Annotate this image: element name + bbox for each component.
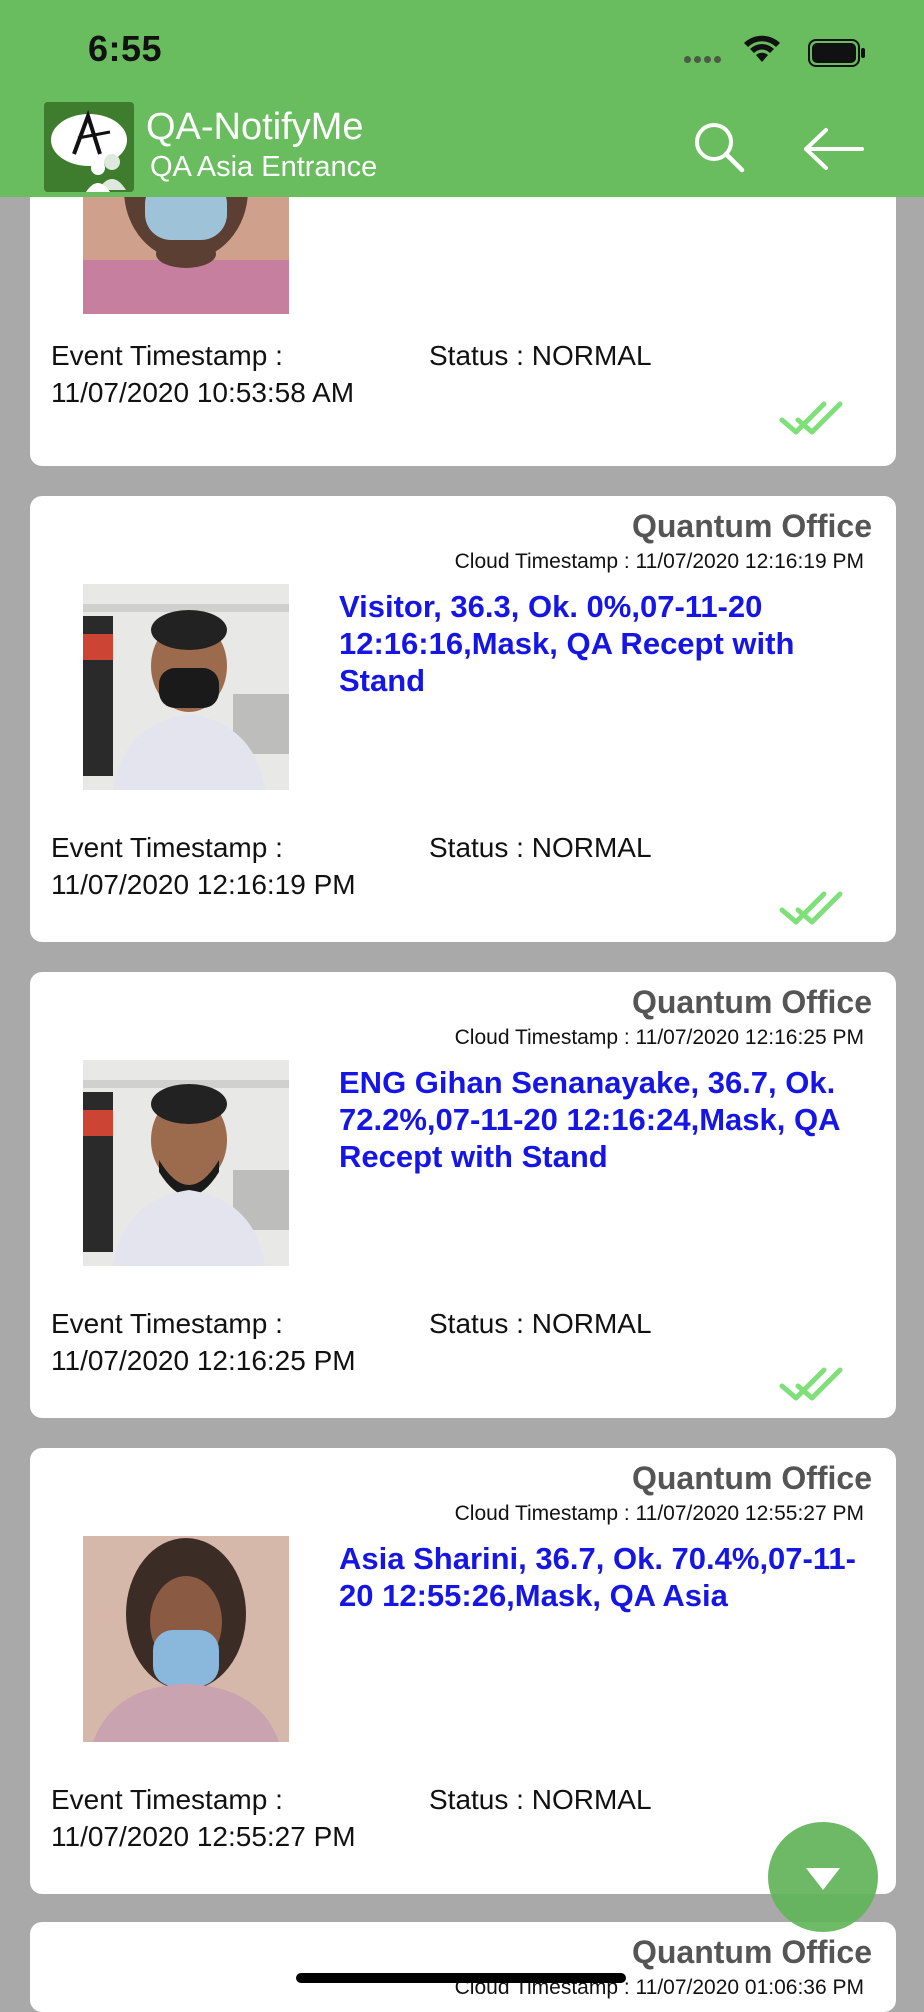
event-message: Visitor, 36.3, Ok. 0%,07-11-20 12:16:16,…	[339, 589, 795, 698]
event-timestamp-value: 11/07/2020 12:55:27 PM	[51, 1821, 356, 1852]
event-timestamp-value: 11/07/2020 12:16:19 PM	[51, 869, 356, 900]
event-photo	[83, 584, 289, 790]
event-timestamp-value: 11/07/2020 12:16:25 PM	[51, 1345, 356, 1376]
event-card-partial-top[interactable]: Event Timestamp : 11/07/2020 10:53:58 AM…	[30, 150, 896, 466]
app-title: QA-NotifyMe	[146, 106, 364, 148]
event-photo	[83, 1060, 289, 1266]
event-timestamp-label: Event Timestamp :	[51, 340, 283, 371]
app-header: 6:55 QA-NotifyMe QA Asia Entrance	[0, 0, 924, 197]
double-check-icon	[779, 891, 843, 925]
event-card[interactable]: Quantum Office Cloud Timestamp : 11/07/2…	[30, 496, 896, 942]
card-organization: Quantum Office	[631, 1460, 872, 1496]
event-timestamp-label: Event Timestamp :	[51, 832, 283, 863]
cloud-timestamp: Cloud Timestamp : 11/07/2020 12:16:19 PM	[454, 550, 864, 573]
status-text: Status : NORMAL	[429, 340, 652, 371]
event-message: ENG Gihan Senanayake, 36.7, Ok. 72.2%,07…	[339, 1065, 840, 1174]
signal-icon	[684, 56, 728, 64]
status-time: 6:55	[88, 28, 163, 69]
double-check-icon	[779, 1367, 843, 1401]
app-subtitle: QA Asia Entrance	[150, 151, 378, 183]
battery-icon	[808, 39, 865, 67]
event-photo	[83, 1536, 289, 1742]
event-timestamp-label: Event Timestamp :	[51, 1784, 283, 1815]
status-text: Status : NORMAL	[429, 1308, 652, 1339]
logo-icon	[44, 102, 134, 192]
cloud-timestamp: Cloud Timestamp : 11/07/2020 12:16:25 PM	[454, 1026, 864, 1049]
double-check-icon	[779, 401, 843, 435]
event-card[interactable]: Quantum Office Cloud Timestamp : 11/07/2…	[30, 972, 896, 1418]
event-timestamp-label: Event Timestamp :	[51, 1308, 283, 1339]
app-logo	[44, 102, 134, 192]
event-card-partial-bottom[interactable]: Quantum Office Cloud Timestamp : 11/07/2…	[30, 1922, 896, 2012]
search-icon[interactable]	[692, 120, 746, 174]
wifi-icon	[744, 35, 780, 62]
card-organization: Quantum Office	[631, 508, 872, 544]
cloud-timestamp: Cloud Timestamp : 11/07/2020 12:55:27 PM	[454, 1502, 864, 1525]
scroll-down-button[interactable]	[768, 1822, 878, 1932]
event-card[interactable]: Quantum Office Cloud Timestamp : 11/07/2…	[30, 1448, 896, 1894]
status-text: Status : NORMAL	[429, 832, 652, 863]
triangle-down-icon	[806, 1868, 840, 1890]
status-text: Status : NORMAL	[429, 1784, 652, 1815]
back-arrow-icon[interactable]	[800, 124, 866, 174]
event-message: Asia Sharini, 36.7, Ok. 70.4%,07-11-20 1…	[339, 1541, 856, 1613]
home-indicator	[296, 1973, 626, 1983]
event-timestamp-value: 11/07/2020 10:53:58 AM	[51, 377, 355, 408]
card-organization: Quantum Office	[631, 984, 872, 1020]
card-organization: Quantum Office	[631, 1934, 872, 1970]
status-icons	[676, 34, 866, 68]
